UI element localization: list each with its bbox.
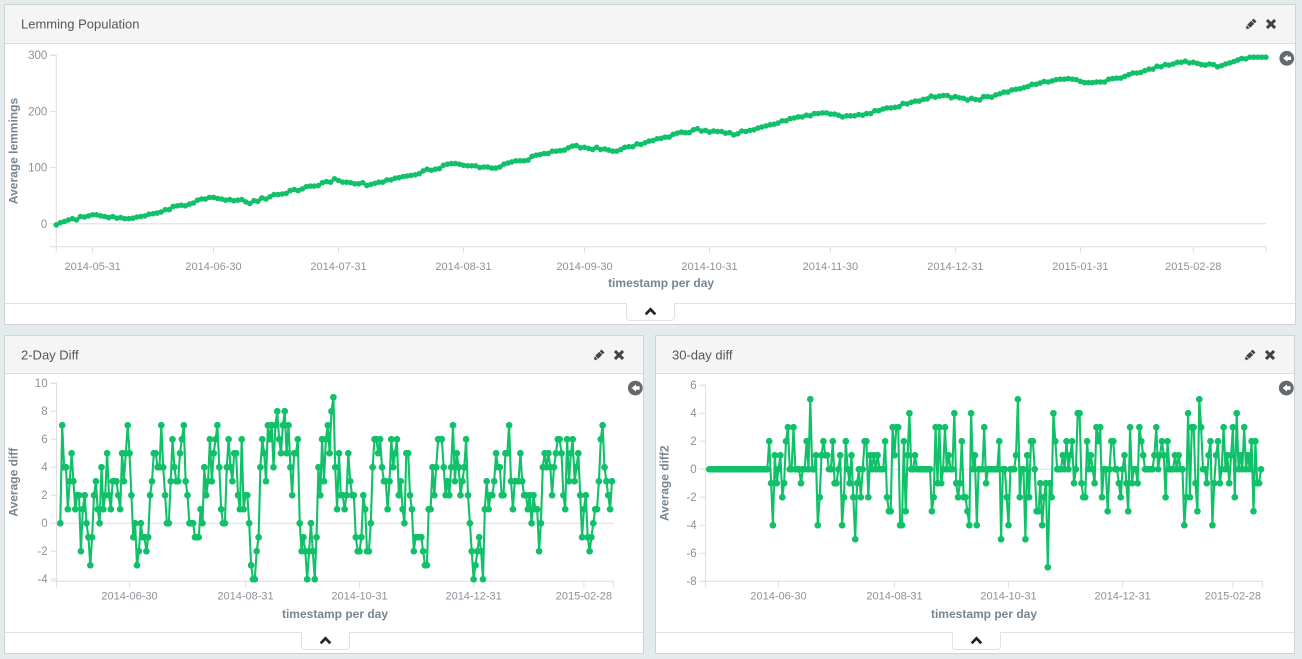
svg-text:2014-06-30: 2014-06-30 [101, 591, 157, 603]
svg-text:2014-09-30: 2014-09-30 [556, 261, 612, 273]
svg-text:2014-10-31: 2014-10-31 [681, 261, 737, 273]
svg-text:8: 8 [41, 406, 47, 418]
svg-text:2014-10-31: 2014-10-31 [980, 591, 1036, 603]
svg-text:300: 300 [28, 50, 47, 62]
svg-text:2014-12-31: 2014-12-31 [1094, 591, 1150, 603]
svg-text:2014-06-30: 2014-06-30 [185, 261, 241, 273]
svg-text:0: 0 [690, 464, 696, 476]
svg-text:-2: -2 [37, 546, 47, 558]
svg-text:2014-06-30: 2014-06-30 [750, 591, 806, 603]
svg-text:-6: -6 [686, 548, 696, 560]
svg-text:6: 6 [41, 434, 47, 446]
svg-text:2014-08-31: 2014-08-31 [435, 261, 491, 273]
svg-text:2014-11-30: 2014-11-30 [803, 261, 858, 273]
svg-text:2014-08-31: 2014-08-31 [866, 591, 922, 603]
svg-text:100: 100 [28, 163, 47, 175]
svg-text:Average diff: Average diff [7, 447, 21, 517]
svg-text:-4: -4 [686, 520, 697, 532]
svg-text:2015-02-28: 2015-02-28 [1205, 591, 1261, 603]
svg-text:0: 0 [41, 518, 47, 530]
svg-text:Average diff2: Average diff2 [658, 445, 672, 521]
svg-text:2014-07-31: 2014-07-31 [310, 261, 366, 273]
svg-text:-2: -2 [686, 492, 696, 504]
svg-text:timestamp per day: timestamp per day [931, 607, 1037, 621]
svg-text:timestamp per day: timestamp per day [608, 276, 714, 290]
svg-text:2014-08-31: 2014-08-31 [217, 591, 273, 603]
svg-text:2: 2 [41, 490, 47, 502]
svg-text:4: 4 [690, 408, 697, 420]
svg-text:-4: -4 [37, 574, 48, 586]
svg-text:-8: -8 [686, 576, 696, 588]
svg-text:2014-05-31: 2014-05-31 [64, 261, 120, 273]
svg-text:timestamp per day: timestamp per day [282, 607, 388, 621]
svg-text:0: 0 [41, 219, 47, 231]
svg-text:2015-01-31: 2015-01-31 [1052, 261, 1108, 273]
svg-text:2015-02-28: 2015-02-28 [1165, 261, 1221, 273]
svg-text:2015-02-28: 2015-02-28 [556, 591, 612, 603]
svg-text:2014-12-31: 2014-12-31 [927, 261, 983, 273]
svg-text:10: 10 [35, 378, 48, 390]
svg-text:2014-10-31: 2014-10-31 [331, 591, 387, 603]
svg-text:Average lemmings: Average lemmings [7, 98, 21, 205]
svg-text:4: 4 [41, 462, 48, 474]
svg-text:6: 6 [690, 380, 696, 392]
svg-text:200: 200 [28, 106, 47, 118]
svg-text:2014-12-31: 2014-12-31 [445, 591, 501, 603]
svg-text:2: 2 [690, 436, 696, 448]
